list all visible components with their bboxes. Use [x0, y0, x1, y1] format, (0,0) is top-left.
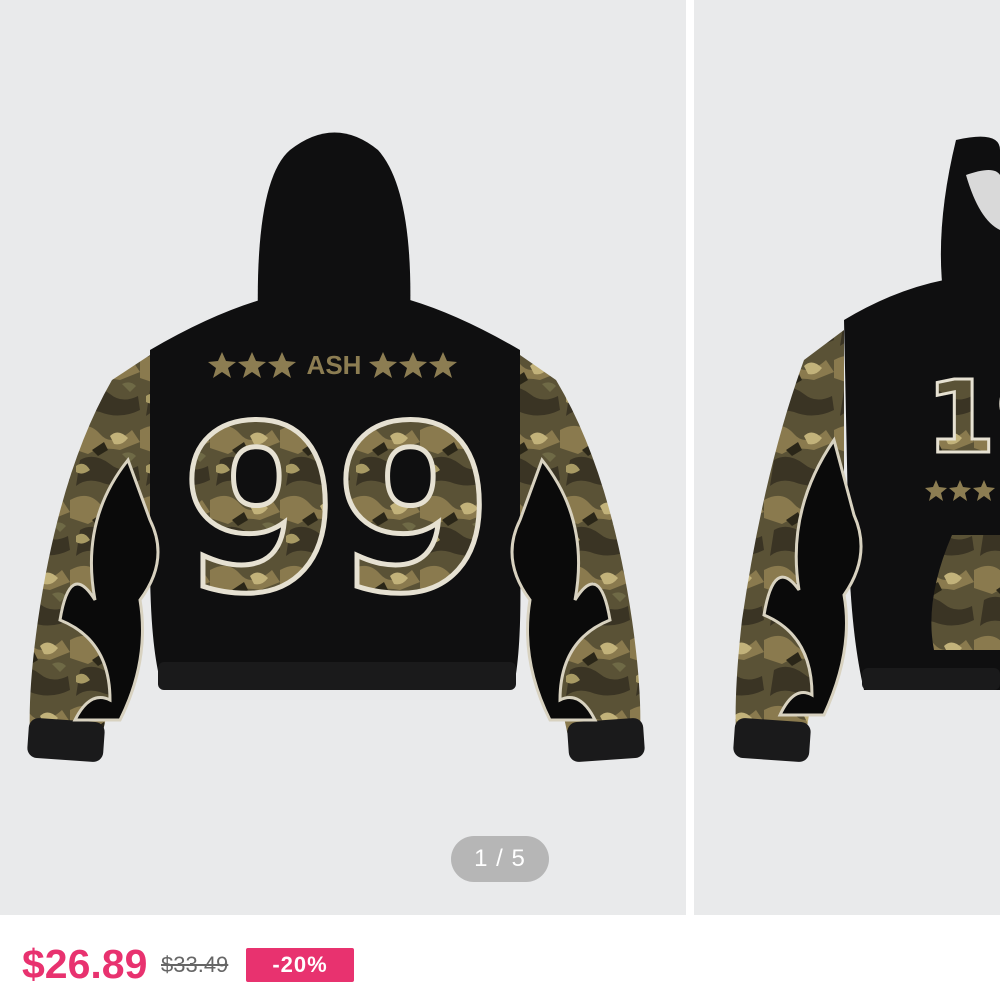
product-image-gallery[interactable]: ASH 99 1 1 / 5 — [0, 0, 1000, 915]
original-price: $33.49 — [161, 952, 229, 977]
print-number-99: 99 — [180, 378, 488, 645]
product-image-slide-2[interactable]: 19 — [694, 0, 1000, 915]
discount-badge: -20% — [246, 948, 354, 982]
hoodie-front-image: 19 — [733, 136, 1000, 762]
image-counter: 1 / 5 — [451, 836, 549, 882]
current-price: $26.89 — [22, 941, 148, 987]
hoodie-back-image: ASH 99 — [27, 132, 645, 762]
print-number-19: 19 — [926, 359, 1000, 476]
print-text-ash: ASH — [307, 350, 362, 380]
product-image-slide-1[interactable]: ASH 99 — [0, 0, 686, 915]
price-bar — [0, 915, 1000, 1000]
